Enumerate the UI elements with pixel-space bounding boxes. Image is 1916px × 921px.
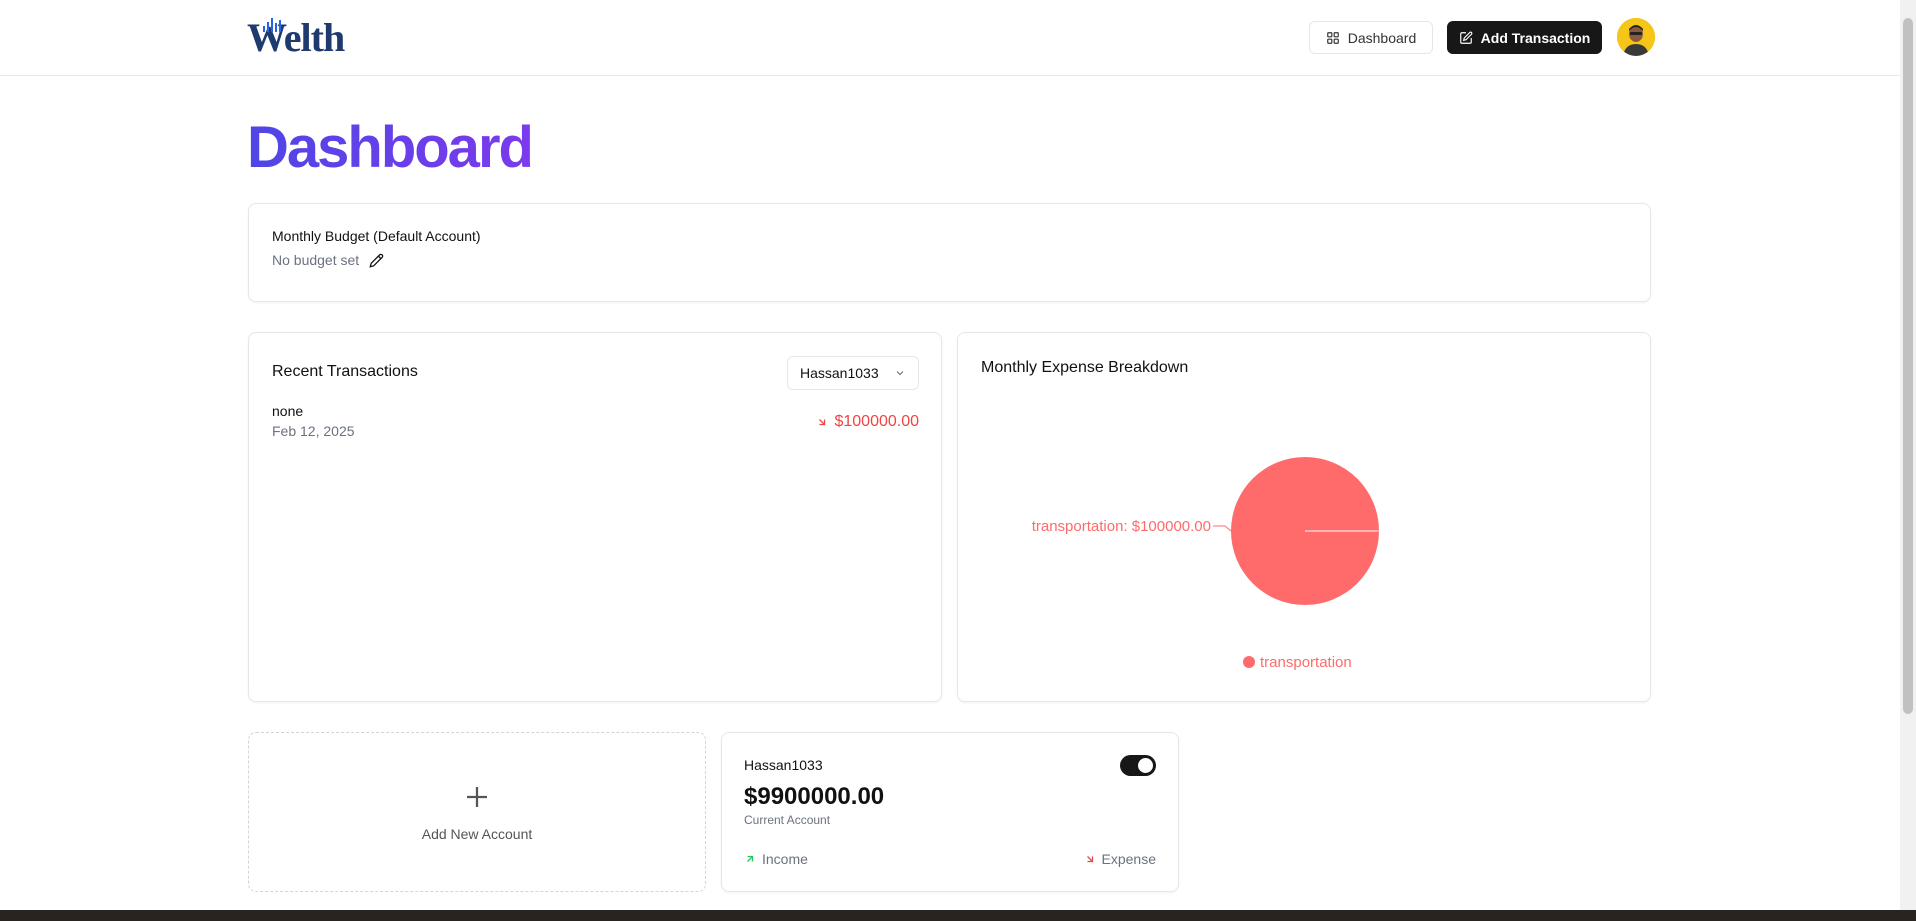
default-account-toggle[interactable] <box>1120 755 1156 776</box>
user-photo-icon <box>1617 18 1655 56</box>
os-taskbar-strip <box>0 910 1916 921</box>
legend-marker <box>1243 656 1255 668</box>
logo-text: Welth <box>247 15 345 60</box>
transaction-date: Feb 12, 2025 <box>272 423 355 439</box>
pencil-icon[interactable] <box>369 253 384 268</box>
income-label: Income <box>762 851 808 867</box>
expense-label: Expense <box>1101 851 1156 867</box>
layout-grid-icon <box>1326 31 1339 44</box>
transaction-amount: $100000.00 <box>816 413 919 431</box>
plus-icon <box>462 782 492 818</box>
arrow-down-right-icon <box>819 419 826 426</box>
account-type: Current Account <box>744 813 831 827</box>
legend-entry[interactable]: transportation <box>1260 654 1352 671</box>
add-new-account-label: Add New Account <box>421 826 533 842</box>
account-name: Hassan1033 <box>744 757 823 773</box>
user-avatar[interactable] <box>1617 18 1655 56</box>
account-select-value: Hassan1033 <box>800 365 879 381</box>
budget-title: Monthly Budget (Default Account) <box>272 228 481 244</box>
monthly-budget-card: Monthly Budget (Default Account) No budg… <box>248 203 1651 302</box>
welth-logo[interactable]: Welth <box>247 14 345 60</box>
pie-slice-label: transportation: $100000.00 <box>1032 518 1211 535</box>
expense-breakdown-card: Monthly Expense Breakdown transportation… <box>957 332 1651 702</box>
dashboard-button[interactable]: Dashboard <box>1309 21 1433 54</box>
pie-label-leader <box>1213 525 1232 532</box>
account-income: Income <box>744 851 808 867</box>
arrow-down-right-icon <box>1086 856 1093 863</box>
vertical-scrollbar[interactable] <box>1900 0 1916 910</box>
pen-square-icon <box>1459 31 1473 44</box>
add-transaction-button[interactable]: Add Transaction <box>1447 21 1602 54</box>
logo-bars-icon <box>263 18 281 32</box>
budget-status-text: No budget set <box>272 252 360 268</box>
arrow-up-right-icon <box>747 855 754 862</box>
dashboard-button-label: Dashboard <box>1347 29 1417 46</box>
account-balance: $9900000.00 <box>744 783 885 810</box>
add-new-account-card[interactable]: Add New Account <box>248 732 706 892</box>
account-expense: Expense <box>1084 851 1156 867</box>
scrollbar-thumb[interactable] <box>1903 18 1913 714</box>
budget-status: No budget set <box>272 252 384 268</box>
top-navbar: Welth Dashboard Add Transaction <box>0 0 1900 76</box>
recent-transactions-card: Recent Transactions Hassan1033 none Feb … <box>248 332 942 702</box>
chevron-down-icon <box>896 371 904 376</box>
account-select[interactable]: Hassan1033 <box>787 356 919 390</box>
transaction-amount-value: $100000.00 <box>834 413 919 430</box>
expense-pie-chart: transportation: $100000.00 transportation <box>1032 457 1379 671</box>
page-title: Dashboard <box>247 112 534 184</box>
transaction-description: none <box>272 403 304 419</box>
recent-transactions-title: Recent Transactions <box>272 363 418 380</box>
add-transaction-label: Add Transaction <box>1480 29 1591 46</box>
account-card[interactable]: Hassan1033 $9900000.00 Current Account I… <box>721 732 1179 892</box>
